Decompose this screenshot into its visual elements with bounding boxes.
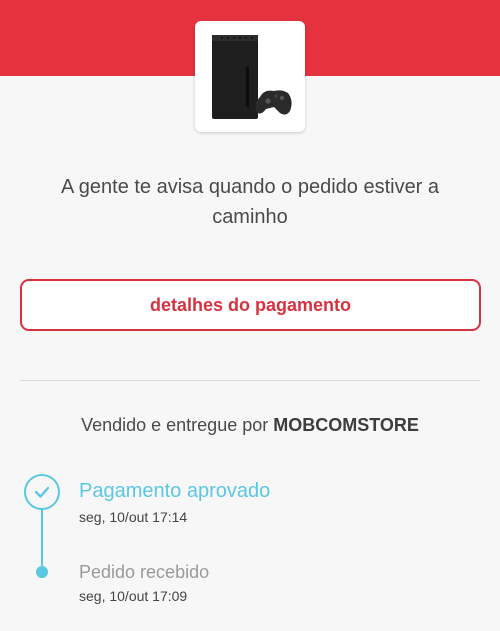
seller-name: MOBCOMSTORE [273, 415, 419, 435]
divider [20, 380, 480, 381]
step-received-time: seg, 10/out 17:09 [79, 588, 188, 604]
step-received-title: Pedido recebido [79, 562, 210, 582]
seller-prefix: Vendido e entregue por [81, 415, 274, 435]
step-approved-title: Pagamento aprovado [79, 480, 271, 502]
seller-info: Vendido e entregue por MOBCOMSTORE [20, 415, 480, 436]
check-icon [34, 486, 50, 498]
timeline-connector [41, 506, 43, 572]
delivery-message: A gente te avisa quando o pedido estiver… [60, 176, 440, 228]
step-approved-time: seg, 10/out 17:14 [79, 509, 188, 525]
payment-details-button[interactable]: detalhes do pagamento [20, 279, 481, 331]
dot-icon [36, 566, 48, 578]
product-image [195, 21, 305, 132]
step-approved-indicator [24, 474, 60, 510]
xbox-console-image [212, 34, 292, 119]
